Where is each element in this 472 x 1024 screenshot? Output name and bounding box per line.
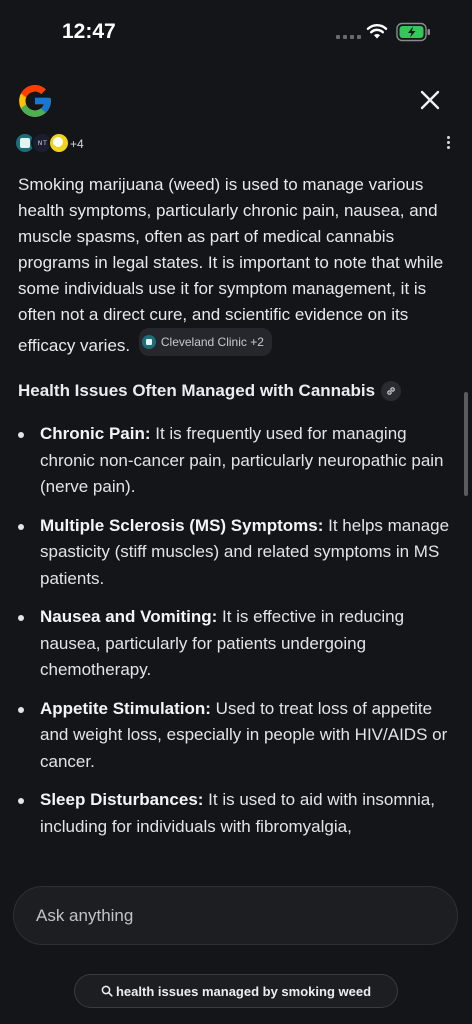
bullet-icon — [18, 798, 24, 804]
cleveland-clinic-icon — [141, 335, 156, 349]
close-icon — [420, 90, 440, 110]
source-favicon-3[interactable] — [48, 132, 70, 154]
list-item: Appetite Stimulation: Used to treat loss… — [18, 696, 454, 776]
scrollbar[interactable] — [464, 392, 468, 496]
search-suggestion-button[interactable]: health issues managed by smoking weed — [74, 974, 398, 1008]
citation-chip-label: Cleveland Clinic +2 — [160, 335, 264, 349]
ask-input[interactable]: Ask anything — [13, 886, 458, 945]
bullet-icon — [18, 432, 24, 438]
ask-input-placeholder: Ask anything — [36, 906, 134, 925]
more-vert-icon — [446, 136, 450, 139]
search-icon — [101, 985, 113, 997]
list-item: Chronic Pain: It is frequently used for … — [18, 421, 454, 501]
answer-intro: Smoking marijuana (weed) is used to mana… — [18, 172, 454, 359]
list-item: Sleep Disturbances: It is used to aid wi… — [18, 787, 454, 840]
list-item: Multiple Sclerosis (MS) Symptoms: It hel… — [18, 513, 454, 593]
google-logo-icon — [19, 85, 51, 117]
list-item: Nausea and Vomiting: It is effective in … — [18, 604, 454, 684]
bullet-icon — [18, 706, 24, 713]
close-button[interactable] — [414, 84, 446, 116]
more-options-button[interactable] — [438, 134, 458, 156]
health-issues-list: Chronic Pain: It is frequently used for … — [18, 421, 454, 840]
citation-chip[interactable]: Cleveland Clinic +2 — [138, 328, 272, 356]
status-bar: 12:47 — [0, 0, 472, 64]
header — [0, 78, 472, 122]
battery-charging-icon — [396, 22, 430, 42]
status-time: 12:47 — [62, 20, 116, 43]
link-button[interactable] — [381, 381, 402, 401]
answer-content: Smoking marijuana (weed) is used to mana… — [18, 172, 454, 852]
sources-row[interactable]: N T +4 — [14, 132, 458, 156]
section-heading: Health Issues Often Managed with Cannabi… — [18, 381, 454, 401]
section-heading-text: Health Issues Often Managed with Cannabi… — [18, 381, 376, 400]
search-suggestion-label: health issues managed by smoking weed — [115, 983, 372, 999]
bullet-icon — [18, 615, 24, 621]
cellular-signal-icon — [336, 35, 361, 39]
sources-more-count[interactable]: +4 — [70, 137, 84, 151]
bullet-icon — [18, 523, 24, 530]
wifi-icon — [366, 24, 388, 39]
link-icon — [387, 387, 395, 395]
